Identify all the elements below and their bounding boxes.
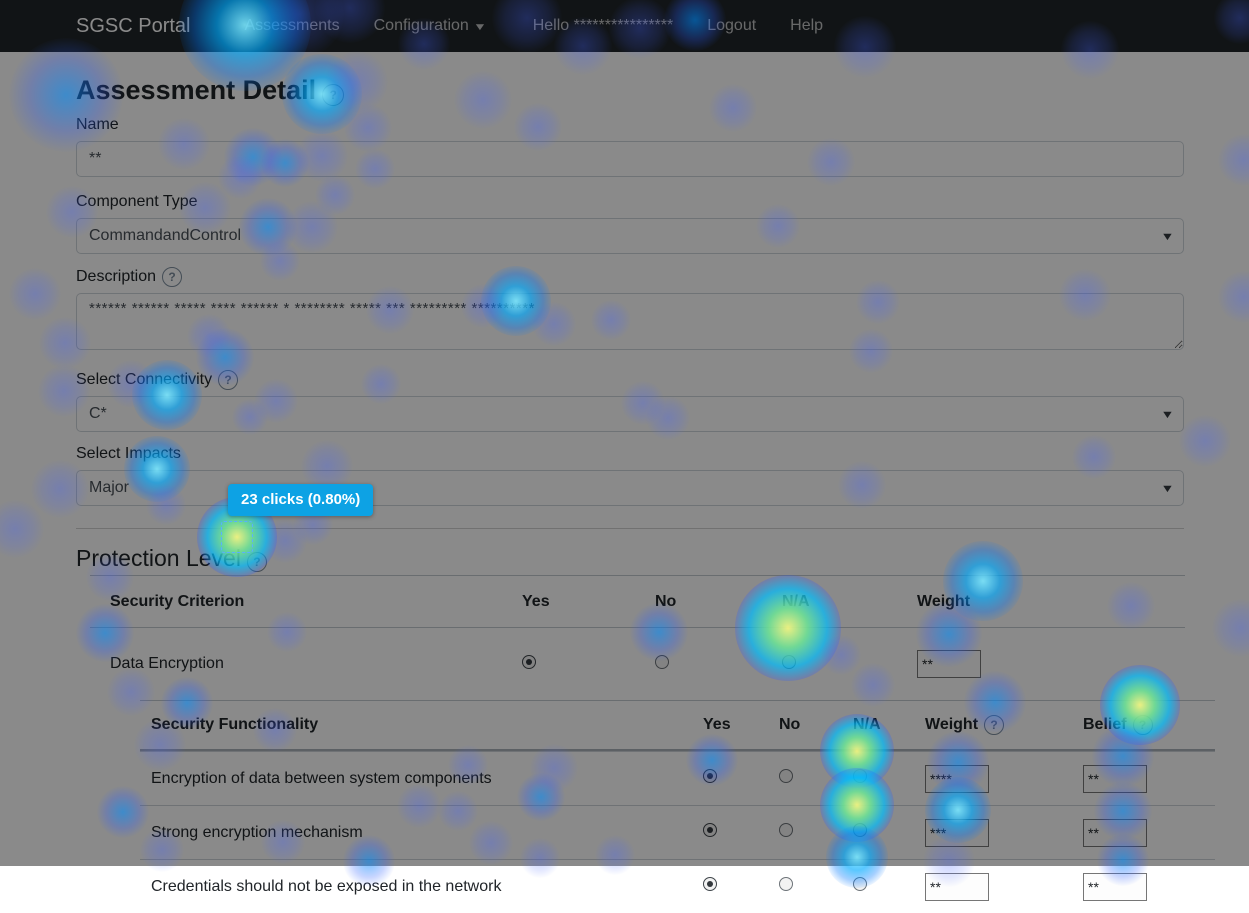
col-belief: Belief [1083,716,1127,733]
connectivity-label: Select Connectivity [76,371,213,388]
col-security-functionality: Security Functionality [151,716,319,733]
col-weight: Weight [925,716,979,733]
radio-na[interactable] [782,654,796,669]
select-caret-icon: ▼ [1160,409,1175,421]
description-textarea[interactable] [76,293,1184,350]
col-na: N/A [782,592,810,610]
heatmap-blob [0,500,44,558]
radio-yes[interactable] [522,654,536,669]
radio-yes[interactable] [703,823,717,837]
main-content: Assessment Detail? Name Component Type C… [76,52,1215,913]
belief-input[interactable] [1083,764,1147,793]
belief-help-icon[interactable]: ? [1132,715,1153,735]
nav-item-help[interactable]: Help [790,17,823,35]
connectivity-select[interactable]: C* ▼ [76,396,1184,432]
heatmap-blob [1217,270,1249,324]
weight-input[interactable] [917,650,981,678]
select-caret-icon: ▼ [1160,231,1175,243]
component-type-label: Component Type [76,193,198,210]
functionality-label: Credentials should not be exposed in the… [151,877,502,895]
table-row: Strong encryption mechanism [140,805,1215,859]
radio-na[interactable] [853,769,867,783]
heatmap-blob [1212,599,1249,657]
radio-no[interactable] [655,654,669,669]
col-security-criterion: Security Criterion [110,592,245,610]
impacts-select[interactable]: Major ▼ [76,470,1184,506]
weight-help-icon[interactable]: ? [984,715,1005,735]
table-row: Encryption of data between system compon… [140,751,1215,805]
radio-na[interactable] [853,877,867,891]
belief-input[interactable] [1083,818,1147,847]
top-navbar: SGSC Portal Assessments Configuration ▼ H… [0,0,1249,52]
page-title: Assessment Detail [76,75,317,105]
name-input[interactable] [76,141,1184,177]
protection-level-help-icon[interactable]: ? [246,551,267,572]
nav-links: Assessments Configuration ▼ Hello *******… [244,17,823,35]
nav-item-logout[interactable]: Logout [707,17,756,35]
criteria-table: Security Criterion Yes No N/A Weight Dat… [90,575,1185,700]
radio-no[interactable] [779,769,793,783]
nav-item-configuration[interactable]: Configuration ▼ [373,17,487,35]
functionality-label: Strong encryption mechanism [151,823,363,841]
functionality-label: Encryption of data between system compon… [151,769,492,787]
section-divider [76,528,1184,529]
heatmap-blob [1178,414,1232,468]
impacts-label: Select Impacts [76,445,181,462]
impacts-selected-value: Major [89,479,130,496]
page-title-help-icon[interactable]: ? [322,83,345,106]
weight-input[interactable] [925,872,989,901]
connectivity-selected-value: C* [89,405,107,422]
col-yes: Yes [703,716,731,733]
functionality-table: Security Functionality Yes No N/A Weight… [140,700,1215,913]
criterion-label: Data Encryption [110,655,224,672]
name-label: Name [76,116,119,133]
component-type-selected-value: CommandandControl [89,227,242,244]
radio-na[interactable] [853,823,867,837]
radio-yes[interactable] [703,769,717,783]
protection-level-heading: Protection Level [76,545,241,571]
radio-no[interactable] [779,823,793,837]
weight-input[interactable] [925,764,989,793]
functionality-table-header: Security Functionality Yes No N/A Weight… [140,700,1215,751]
belief-input[interactable] [1083,872,1147,901]
nav-item-configuration-label: Configuration [373,17,469,34]
table-row: Data Encryption [90,628,1185,700]
col-yes: Yes [522,592,550,610]
description-label: Description [76,268,157,285]
radio-yes[interactable] [703,877,717,891]
component-type-select[interactable]: CommandandControl ▼ [76,218,1184,254]
chevron-down-icon: ▼ [472,22,487,33]
connectivity-help-icon[interactable]: ? [218,370,239,390]
col-na: N/A [853,716,881,733]
criteria-table-header: Security Criterion Yes No N/A Weight [90,575,1185,628]
nav-item-greeting: Hello **************** [532,17,674,34]
col-weight: Weight [917,592,971,610]
weight-input[interactable] [925,818,989,847]
col-no: No [655,592,677,610]
radio-no[interactable] [779,877,793,891]
select-caret-icon: ▼ [1160,483,1175,495]
heatmap-blob [8,267,62,321]
nav-item-assessments[interactable]: Assessments [244,17,339,35]
table-row: Credentials should not be exposed in the… [140,859,1215,913]
col-no: No [779,716,801,733]
description-help-icon[interactable]: ? [162,267,183,287]
heatmap-blob [1217,133,1249,187]
brand-link[interactable]: SGSC Portal [76,15,190,38]
